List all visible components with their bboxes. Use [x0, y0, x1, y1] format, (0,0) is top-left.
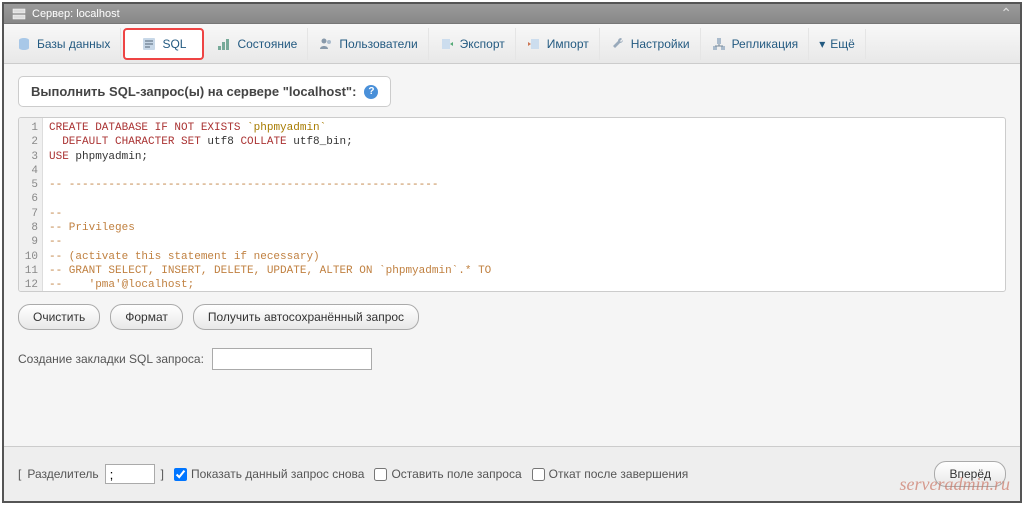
rollback-text: Откат после завершения [549, 467, 689, 481]
show-again-checkbox[interactable] [174, 468, 187, 481]
tab-label: Репликация [732, 37, 799, 51]
import-icon [526, 36, 542, 52]
tab-users[interactable]: Пользователи [308, 28, 428, 60]
tab-label: Состояние [237, 37, 297, 51]
retain-box-checkbox[interactable] [374, 468, 387, 481]
rollback-checkbox[interactable] [532, 468, 545, 481]
line-gutter: 1 2 3 4 5 6 7 8 9 10 11 12 13 14 15 16 [19, 118, 43, 291]
tab-label: Настройки [631, 37, 690, 51]
tab-settings[interactable]: Настройки [600, 28, 701, 60]
content-area: Выполнить SQL-запрос(ы) на сервере "loca… [4, 64, 1020, 453]
sql-icon [141, 36, 157, 52]
format-button[interactable]: Формат [110, 304, 183, 330]
status-icon [216, 36, 232, 52]
close-icon[interactable]: ⌃ [1000, 5, 1012, 22]
tab-sql[interactable]: SQL [123, 28, 204, 60]
tab-more[interactable]: ▾ Ещё [809, 29, 866, 59]
users-icon [318, 36, 334, 52]
tab-label: Базы данных [37, 37, 110, 51]
server-title-bar: Сервер: localhost ⌃ [4, 4, 1020, 24]
sql-editor[interactable]: 1 2 3 4 5 6 7 8 9 10 11 12 13 14 15 16 C… [18, 117, 1006, 292]
tab-label: Экспорт [460, 37, 505, 51]
editor-buttons: Очистить Формат Получить автосохранённый… [18, 304, 1006, 330]
bookmark-input[interactable] [212, 348, 372, 370]
database-icon [16, 36, 32, 52]
help-icon[interactable]: ? [364, 85, 378, 99]
bookmark-row: Создание закладки SQL запроса: [18, 348, 1006, 370]
tab-databases[interactable]: Базы данных [6, 28, 121, 60]
delimiter-open: [ [18, 467, 21, 481]
show-again-checkbox-label[interactable]: Показать данный запрос снова [174, 467, 365, 481]
tab-label: Импорт [547, 37, 589, 51]
replication-icon [711, 36, 727, 52]
panel-title-text: Выполнить SQL-запрос(ы) на сервере "loca… [31, 84, 356, 99]
panel-title: Выполнить SQL-запрос(ы) на сервере "loca… [18, 76, 391, 107]
tab-import[interactable]: Импорт [516, 28, 600, 60]
tab-export[interactable]: Экспорт [429, 28, 516, 60]
main-tabs: Базы данных SQL Состояние Пользователи Э… [4, 24, 1020, 64]
clear-button[interactable]: Очистить [18, 304, 100, 330]
tab-replication[interactable]: Репликация [701, 28, 810, 60]
server-title: Сервер: localhost [32, 8, 120, 20]
code-area[interactable]: CREATE DATABASE IF NOT EXISTS `phpmyadmi… [43, 118, 1005, 291]
delimiter-input[interactable] [105, 464, 155, 484]
retain-box-label[interactable]: Оставить поле запроса [374, 467, 521, 481]
go-button[interactable]: Вперёд [934, 461, 1006, 487]
tab-status[interactable]: Состояние [206, 28, 308, 60]
tab-label: Пользователи [339, 37, 417, 51]
delimiter-label: Разделитель [27, 467, 98, 481]
tab-label: SQL [162, 37, 186, 51]
rollback-label[interactable]: Откат после завершения [532, 467, 689, 481]
autosaved-button[interactable]: Получить автосохранённый запрос [193, 304, 419, 330]
footer-bar: [ Разделитель ] Показать данный запрос с… [4, 446, 1020, 501]
chevron-down-icon: ▾ [819, 37, 825, 51]
server-icon [12, 7, 26, 21]
delimiter-close: ] [161, 467, 164, 481]
retain-box-text: Оставить поле запроса [391, 467, 521, 481]
wrench-icon [610, 36, 626, 52]
export-icon [439, 36, 455, 52]
tab-label: Ещё [830, 37, 855, 51]
show-again-text: Показать данный запрос снова [191, 467, 365, 481]
bookmark-label: Создание закладки SQL запроса: [18, 352, 204, 366]
